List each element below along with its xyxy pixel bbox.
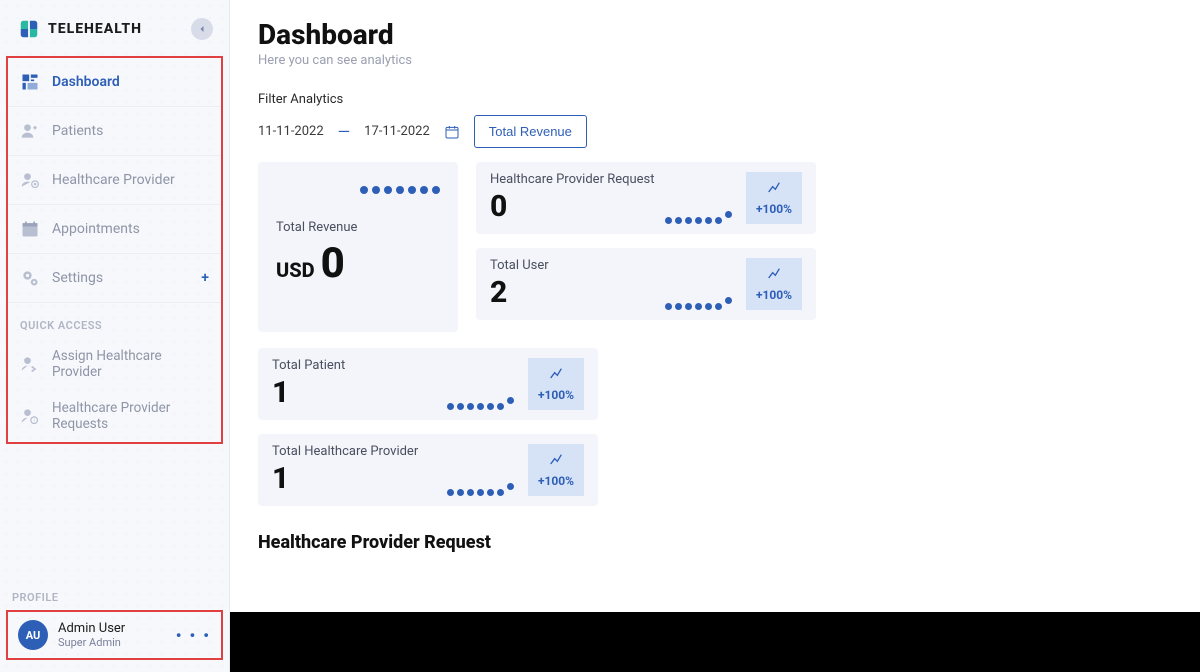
metric-currency: USD <box>276 258 315 282</box>
trend-badge: +100% <box>528 358 584 410</box>
calendar-icon[interactable] <box>444 124 460 140</box>
trend-badge: +100% <box>528 444 584 496</box>
page-subtitle: Here you can see analytics <box>258 53 1172 68</box>
user-arrow-icon <box>20 354 40 374</box>
user-plus-icon <box>20 121 40 141</box>
sidebar-item-healthcare-provider[interactable]: Healthcare Provider <box>8 156 221 205</box>
trend-badge: +100% <box>746 258 802 310</box>
trend-badge: +100% <box>746 172 802 224</box>
user-gear-icon <box>20 170 40 190</box>
settings-expand-icon[interactable]: + <box>201 270 209 286</box>
quick-access-provider-requests[interactable]: ! Healthcare Provider Requests <box>8 390 221 442</box>
quick-access-label: Assign Healthcare Provider <box>52 348 209 380</box>
bottom-black-bar <box>230 612 1200 672</box>
trend-up-icon <box>766 266 782 282</box>
main-content: Dashboard Here you can see analytics Fil… <box>230 0 1200 672</box>
brand: TELEHEALTH <box>0 0 229 50</box>
calendar-check-icon <box>20 219 40 239</box>
sparkline-icon <box>665 284 732 310</box>
trend-up-icon <box>548 366 564 382</box>
metric-label: Total User <box>490 258 655 273</box>
filter-label: Filter Analytics <box>258 92 1172 107</box>
metric-value: 0 <box>490 189 655 224</box>
sidebar-item-label: Healthcare Provider <box>52 172 175 188</box>
profile-info: Admin User Super Admin <box>58 621 125 649</box>
svg-text:!: ! <box>34 419 35 425</box>
metric-card-total-patient: Total Patient 1 +100% <box>258 348 598 420</box>
metric-card-provider-request: Healthcare Provider Request 0 +100% <box>476 162 816 234</box>
grid-icon <box>20 72 40 92</box>
metric-card-total-revenue: Total Revenue USD 0 <box>258 162 458 332</box>
avatar: AU <box>18 620 48 650</box>
trend-value: +100% <box>538 388 574 402</box>
trend-value: +100% <box>756 288 792 302</box>
metric-label: Total Patient <box>272 358 437 373</box>
quick-access-assign-provider[interactable]: Assign Healthcare Provider <box>8 338 221 390</box>
trend-up-icon <box>766 180 782 196</box>
brand-name: TELEHEALTH <box>48 21 142 37</box>
date-range-separator: — <box>338 122 351 141</box>
quick-access-label: Healthcare Provider Requests <box>52 400 209 432</box>
date-from[interactable]: 11-11-2022 <box>258 124 324 139</box>
filter-row: Filter Analytics 11-11-2022 — 17-11-2022… <box>258 92 1172 148</box>
metric-card-total-user: Total User 2 +100% <box>476 248 816 320</box>
brand-logo-icon <box>18 18 40 40</box>
profile-role: Super Admin <box>58 636 125 649</box>
sidebar-item-label: Patients <box>52 123 103 139</box>
sidebar-item-settings[interactable]: Settings + <box>8 254 221 303</box>
metric-value: 2 <box>490 275 655 310</box>
sidebar-item-patients[interactable]: Patients <box>8 107 221 156</box>
sidebar-collapse-button[interactable] <box>191 18 213 40</box>
profile-group: PROFILE AU Admin User Super Admin • • • <box>0 575 229 672</box>
main-nav-group: Dashboard Patients Healthcare Provider A… <box>6 56 223 444</box>
total-revenue-button[interactable]: Total Revenue <box>474 115 587 148</box>
profile-box[interactable]: AU Admin User Super Admin • • • <box>6 610 223 660</box>
profile-menu-button[interactable]: • • • <box>176 626 211 645</box>
sparkline-icon <box>276 186 440 194</box>
metric-value: 1 <box>272 461 437 496</box>
gears-icon <box>20 268 40 288</box>
sidebar-item-appointments[interactable]: Appointments <box>8 205 221 254</box>
sparkline-icon <box>665 198 732 224</box>
page-title: Dashboard <box>258 18 1172 51</box>
sidebar-item-dashboard[interactable]: Dashboard <box>8 58 221 107</box>
sidebar-item-label: Dashboard <box>52 74 120 90</box>
metric-value: 0 <box>321 239 345 288</box>
quick-access-heading: QUICK ACCESS <box>8 303 221 338</box>
metric-label: Total Revenue <box>276 220 440 235</box>
metric-value: 1 <box>272 375 437 410</box>
metric-label: Total Healthcare Provider <box>272 444 437 459</box>
user-alert-icon: ! <box>20 406 40 426</box>
section-title-provider-request: Healthcare Provider Request <box>258 532 1172 553</box>
sidebar-item-label: Settings <box>52 270 103 286</box>
trend-value: +100% <box>756 202 792 216</box>
sidebar-item-label: Appointments <box>52 221 140 237</box>
profile-heading: PROFILE <box>6 575 223 610</box>
sidebar: TELEHEALTH Dashboard Patients <box>0 0 230 672</box>
sparkline-icon <box>447 470 514 496</box>
metric-card-total-provider: Total Healthcare Provider 1 +100% <box>258 434 598 506</box>
trend-up-icon <box>548 452 564 468</box>
date-to[interactable]: 17-11-2022 <box>364 124 430 139</box>
sparkline-icon <box>447 384 514 410</box>
trend-value: +100% <box>538 474 574 488</box>
metric-label: Healthcare Provider Request <box>490 172 655 187</box>
profile-name: Admin User <box>58 621 125 636</box>
